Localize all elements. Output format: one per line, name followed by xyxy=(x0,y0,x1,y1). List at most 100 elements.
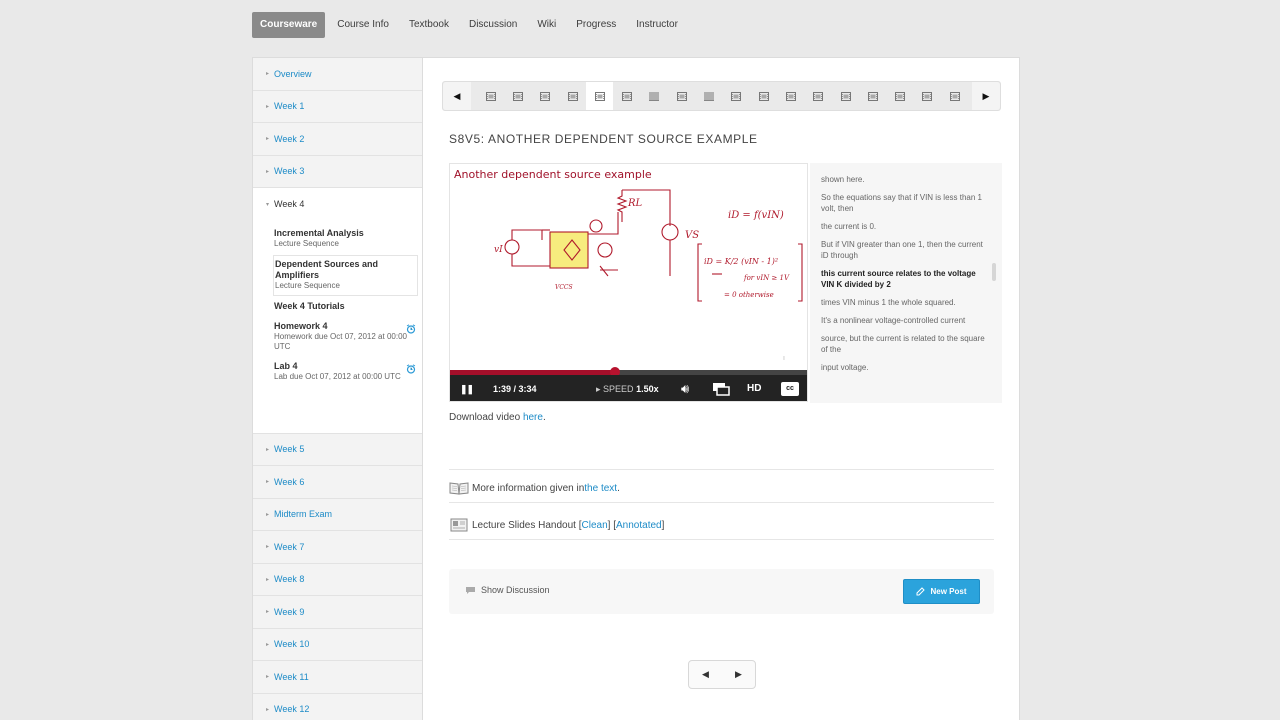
tab-discussion[interactable]: Discussion xyxy=(459,12,527,38)
tab-course-info[interactable]: Course Info xyxy=(327,12,399,38)
sequence-item-1[interactable] xyxy=(477,82,504,110)
sequence-item-15[interactable] xyxy=(859,82,886,110)
chapter-week-9[interactable]: ▸ Week 9 xyxy=(253,596,422,629)
courseware-container: ▸ Overview ▸ Week 1 ▸ Week 2 ▸ Week 3 ▾ Week 4 Inc… xyxy=(252,57,1020,720)
alarm-clock-icon xyxy=(406,323,416,334)
section-title: Incremental Analysis xyxy=(274,227,364,238)
transcript-line[interactable]: So the equations say that if VIN is less… xyxy=(810,192,1002,214)
transcript-line[interactable]: It's a nonlinear voltage-controlled curr… xyxy=(810,315,1002,326)
list-icon xyxy=(704,92,715,101)
course-content: ◀ ▶ S8V5: ANOTHER DEPENDENT SOURCE EXAMP… xyxy=(424,58,1019,720)
sequence-item-3[interactable] xyxy=(532,82,559,110)
fullscreen-icon[interactable] xyxy=(712,382,730,396)
sequence-item-13[interactable] xyxy=(805,82,832,110)
captions-toggle[interactable]: cc xyxy=(781,382,799,396)
sequence-nav: ◀ ▶ xyxy=(442,81,1001,111)
volume-icon[interactable]: 🔊︎ xyxy=(681,375,689,401)
tab-wiki[interactable]: Wiki xyxy=(527,12,566,38)
section-dependent-sources-and-amplifiers[interactable]: Dependent Sources and Amplifiers Lecture … xyxy=(273,254,418,296)
hd-toggle[interactable]: HD xyxy=(747,375,761,401)
alarm-clock-icon xyxy=(406,363,416,374)
transcript-line[interactable]: source, but the current is related to th… xyxy=(810,333,1002,355)
whiteboard-drawing: vI VCCS RL VS iD = f(vIN) iD = K/2 (vIN … xyxy=(494,189,803,362)
chapter-week-10[interactable]: ▸ Week 10 xyxy=(253,629,422,661)
chapter-accordion: ▸ Overview ▸ Week 1 ▸ Week 2 ▸ Week 3 ▾ Week 4 Inc… xyxy=(253,58,423,720)
transcript-line[interactable]: input voltage. xyxy=(810,362,1002,373)
film-icon xyxy=(867,91,878,101)
section-week-4-tutorials[interactable]: Week 4 Tutorials xyxy=(273,298,418,316)
download-video-link[interactable]: here xyxy=(523,412,543,423)
next-unit-button[interactable]: ▶ xyxy=(722,661,755,688)
chapter-week-2[interactable]: ▸ Week 2 xyxy=(253,123,422,156)
chapter-week-8[interactable]: ▸ Week 8 xyxy=(253,564,422,596)
transcript-line[interactable]: shown here. xyxy=(810,174,1002,185)
textbook-link[interactable]: the text xyxy=(584,483,617,494)
tab-courseware[interactable]: Courseware xyxy=(252,12,326,38)
chapter-label: Midterm Exam xyxy=(274,509,333,520)
slides-clean-link[interactable]: Clean xyxy=(582,520,608,531)
chapter-week-1[interactable]: ▸ Week 1 xyxy=(253,91,422,123)
film-icon xyxy=(485,91,496,101)
sequence-item-8[interactable] xyxy=(668,82,695,110)
section-subtitle: Lab due Oct 07, 2012 at 00:00 UTC xyxy=(274,371,401,381)
sequence-item-2[interactable] xyxy=(504,82,531,110)
chapter-week-12[interactable]: ▸ Week 12 xyxy=(253,694,422,720)
chapter-week-5[interactable]: ▸ Week 5 xyxy=(253,434,422,466)
sequence-item-10[interactable] xyxy=(723,82,750,110)
chapter-label: Week 11 xyxy=(274,671,309,682)
sequence-prev-button[interactable]: ◀ xyxy=(443,82,471,110)
chapter-week-4[interactable]: ▾ Week 4 xyxy=(253,188,422,221)
transcript-line[interactable]: this current source relates to the volta… xyxy=(810,268,1002,290)
section-title: Dependent Sources and Amplifiers xyxy=(275,258,379,280)
chapter-week-7[interactable]: ▸ Week 7 xyxy=(253,531,422,564)
speed-label: SPEED xyxy=(603,384,634,394)
book-icon xyxy=(449,482,469,495)
speed-control[interactable]: ▸ SPEED 1.50x xyxy=(596,375,659,401)
transcript-line[interactable]: times VIN minus 1 the whole squared. xyxy=(810,297,1002,308)
transcript-scrollbar[interactable] xyxy=(992,263,996,281)
sequence-item-9[interactable] xyxy=(695,82,722,110)
chapter-week-6[interactable]: ▸ Week 6 xyxy=(253,466,422,499)
section-title: Week 4 Tutorials xyxy=(274,300,345,311)
video-player[interactable]: Another dependent source example vI VCCS… xyxy=(449,163,808,402)
week4-sections: Incremental Analysis Lecture Sequence Depe… xyxy=(253,220,422,434)
sequence-item-11[interactable] xyxy=(750,82,777,110)
sequence-item-16[interactable] xyxy=(886,82,913,110)
chapter-label: Week 5 xyxy=(274,444,305,455)
edit-icon xyxy=(916,587,926,596)
show-discussion-button[interactable]: Show Discussion xyxy=(465,585,550,595)
section-homework-4[interactable]: Homework 4 Homework due Oct 07, 2012 at 0… xyxy=(273,318,418,356)
tab-instructor[interactable]: Instructor xyxy=(626,12,688,38)
formula-head: iD = K/2 (vIN - 1)² xyxy=(704,257,778,266)
tab-progress[interactable]: Progress xyxy=(566,12,626,38)
sequence-item-18[interactable] xyxy=(941,82,968,110)
show-discussion-label: Show Discussion xyxy=(481,585,550,595)
chapter-overview[interactable]: ▸ Overview xyxy=(253,58,422,91)
section-lab-4[interactable]: Lab 4 Lab due Oct 07, 2012 at 00:00 UTC xyxy=(273,358,418,386)
sequence-item-17[interactable] xyxy=(914,82,941,110)
sequence-item-5[interactable] xyxy=(586,82,614,110)
sequence-item-6[interactable] xyxy=(613,82,640,110)
film-icon xyxy=(676,91,687,101)
pause-icon[interactable]: ❚❚ xyxy=(460,375,474,401)
section-subtitle: Lecture Sequence xyxy=(274,238,339,248)
tab-textbook[interactable]: Textbook xyxy=(399,12,459,38)
chapter-week-11[interactable]: ▸ Week 11 xyxy=(253,661,422,694)
svg-text:ı: ı xyxy=(783,354,785,362)
sequence-item-12[interactable] xyxy=(777,82,804,110)
sequence-item-14[interactable] xyxy=(832,82,859,110)
chevron-down-icon: ▾ xyxy=(266,201,270,208)
transcript-line[interactable]: the current is 0. xyxy=(810,221,1002,232)
sequence-item-7[interactable] xyxy=(641,82,668,110)
prev-unit-button[interactable]: ◀ xyxy=(689,661,722,688)
chapter-midterm-exam[interactable]: ▸ Midterm Exam xyxy=(253,499,422,531)
section-title: Lab 4 xyxy=(274,360,298,371)
chapter-week-3[interactable]: ▸ Week 3 xyxy=(253,156,422,188)
section-incremental-analysis[interactable]: Incremental Analysis Lecture Sequence xyxy=(273,225,418,253)
chapter-label: Week 9 xyxy=(274,606,305,617)
new-post-button[interactable]: New Post xyxy=(903,579,980,604)
sequence-next-button[interactable]: ▶ xyxy=(972,82,1000,110)
slides-annotated-link[interactable]: Annotated xyxy=(616,520,662,531)
sequence-item-4[interactable] xyxy=(559,82,586,110)
transcript-line[interactable]: But if VIN greater than one 1, then the … xyxy=(810,239,1002,261)
